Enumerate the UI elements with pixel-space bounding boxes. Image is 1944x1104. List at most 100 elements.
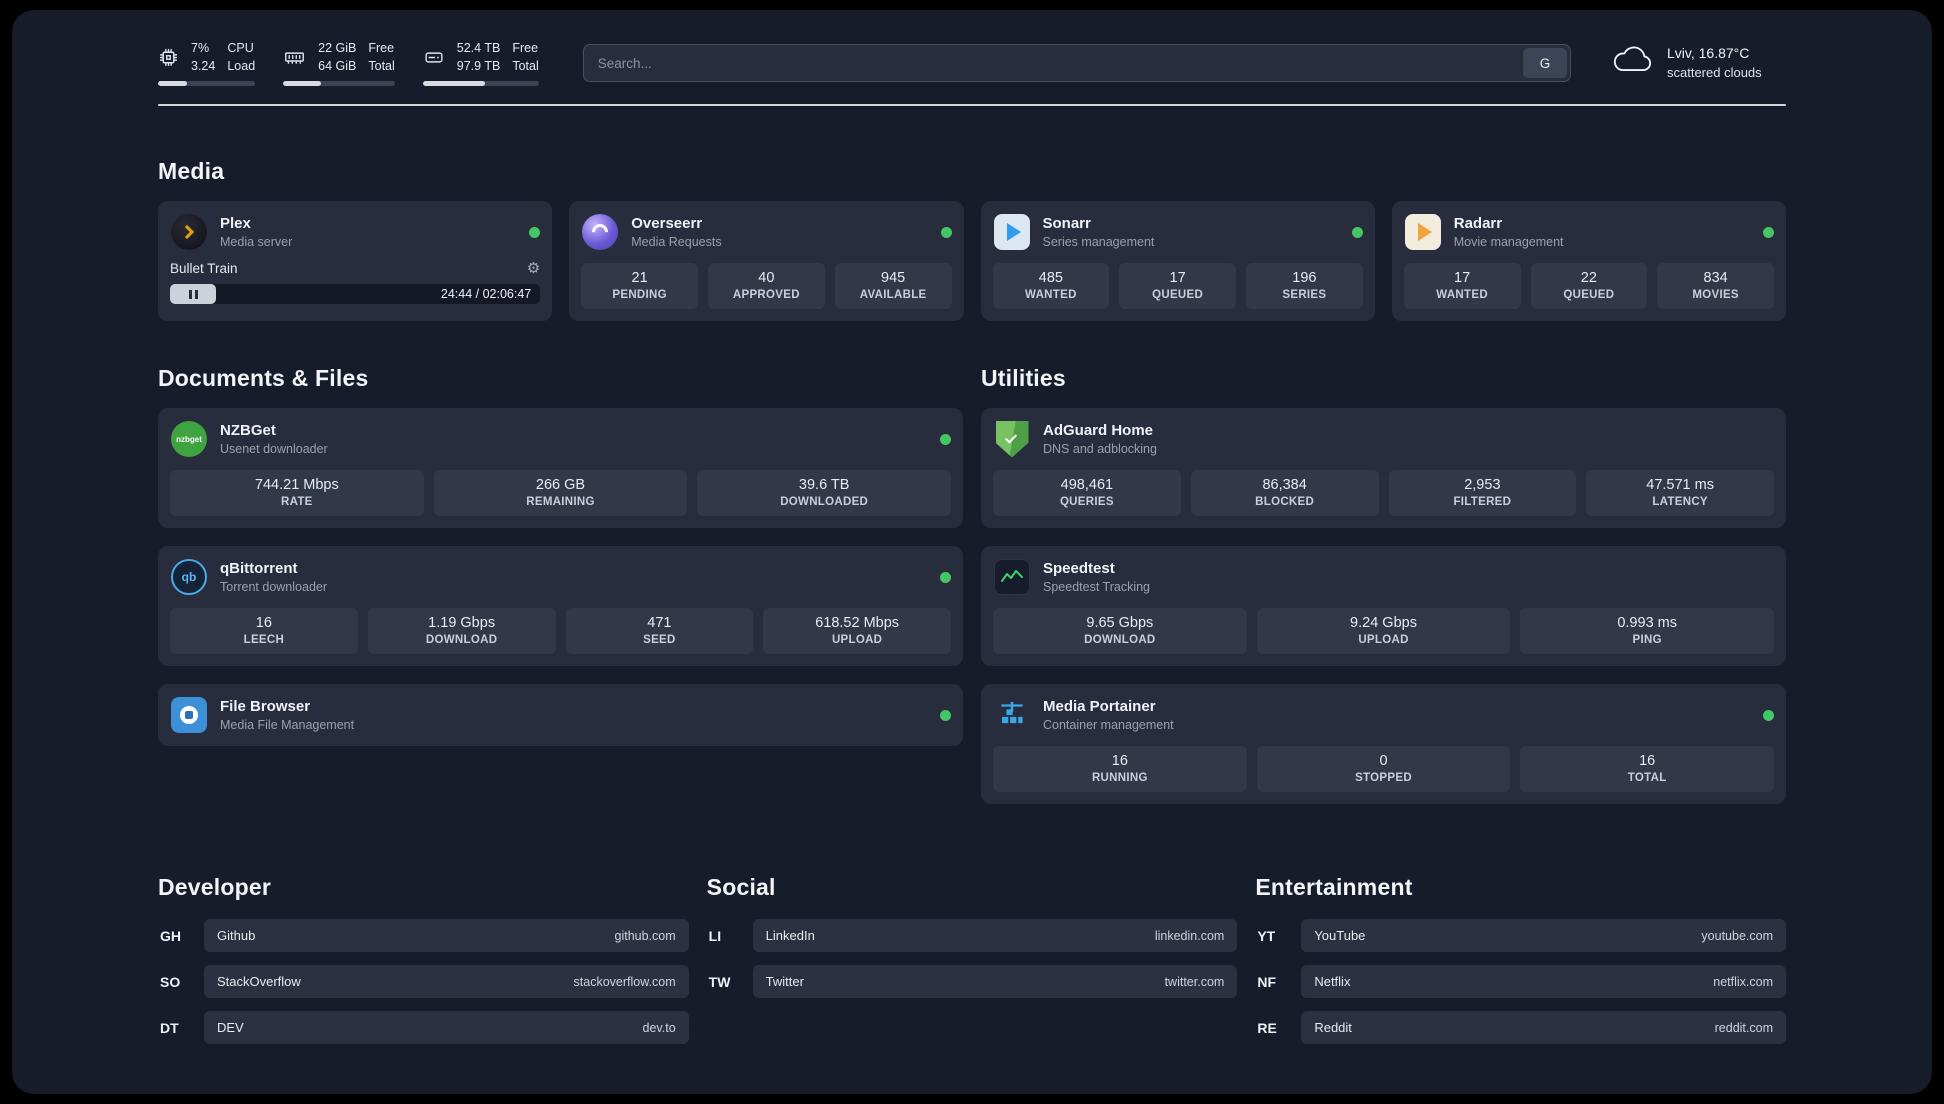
bookmark-row: TW Twitter twitter.com xyxy=(707,965,1238,998)
disk-widget: 52.4 TB 97.9 TB Free Total xyxy=(422,40,539,86)
overseerr-status-dot xyxy=(940,226,952,238)
adguard-stat-blocked: 86,384 BLOCKED xyxy=(1190,470,1379,516)
bookmark-abbr: SO xyxy=(160,973,181,990)
bookmark-name: Twitter xyxy=(765,974,804,989)
radarr-stat-wanted: 17 WANTED xyxy=(1403,263,1521,309)
qbittorrent-subtitle: Torrent downloader xyxy=(220,579,328,594)
sonarr-name: Sonarr xyxy=(1042,215,1091,233)
disk-icon xyxy=(423,47,445,68)
settings-gear-icon[interactable]: ⚙ xyxy=(527,261,540,276)
memory-free: 22 GiB xyxy=(318,41,357,55)
plex-icon xyxy=(170,213,208,251)
playback-time: 24:44 / 02:06:47 xyxy=(440,287,532,301)
adguard-stat-filtered: 2,953 FILTERED xyxy=(1388,470,1577,516)
stat-label: WANTED xyxy=(1436,289,1488,301)
weather-widget: Lviv, 16.87°C scattered clouds xyxy=(1611,43,1786,82)
bookmark-row: YT YouTube youtube.com xyxy=(1255,919,1786,952)
stat-value: 39.6 TB xyxy=(798,477,850,493)
overseerr-icon xyxy=(581,213,619,251)
stat-label: STOPPED xyxy=(1355,772,1412,784)
sonarr-stat-wanted: 485 WANTED xyxy=(992,263,1110,309)
stat-label: QUEUED xyxy=(1152,289,1204,301)
overseerr-subtitle: Media Requests xyxy=(631,234,722,249)
stat-value: 47.571 ms xyxy=(1646,477,1714,493)
speedtest-subtitle: Speedtest Tracking xyxy=(1043,579,1151,594)
sonarr-icon xyxy=(993,213,1031,251)
adguard-name: AdGuard Home xyxy=(1043,422,1154,440)
card-filebrowser: File Browser Media File Management xyxy=(158,684,963,746)
card-adguard: AdGuard Home DNS and adblocking 498,461 … xyxy=(981,408,1786,528)
stat-label: DOWNLOAD xyxy=(425,634,498,646)
memory-total: 64 GiB xyxy=(318,58,357,73)
overseerr-stat-available: 945 AVAILABLE xyxy=(834,263,952,309)
pause-button[interactable] xyxy=(170,284,216,304)
overseerr-link[interactable]: Overseerr Media Requests xyxy=(581,213,952,251)
social-section-title: Social xyxy=(706,874,776,900)
bookmark-github[interactable]: Github github.com xyxy=(204,919,689,952)
card-overseerr: Overseerr Media Requests 21 PENDING 40 A… xyxy=(569,201,964,321)
card-sonarr: Sonarr Series management 485 WANTED 17 Q… xyxy=(980,201,1375,321)
adguard-link[interactable]: AdGuard Home DNS and adblocking xyxy=(993,420,1774,458)
bookmark-netflix[interactable]: Netflix netflix.com xyxy=(1301,965,1786,998)
stat-value: 9.65 Gbps xyxy=(1086,615,1154,631)
bookmark-reddit[interactable]: Reddit reddit.com xyxy=(1301,1011,1786,1044)
bookmark-row: DT DEV dev.to xyxy=(158,1011,689,1044)
portainer-link[interactable]: Media Portainer Container management xyxy=(993,696,1774,734)
bookmark-linkedin[interactable]: LinkedIn linkedin.com xyxy=(752,919,1238,952)
developer-section: Developer GH Github github.com SO StackO… xyxy=(158,874,689,1044)
portainer-crane-icon xyxy=(993,696,1031,734)
search-bar[interactable]: G xyxy=(582,44,1571,82)
nzbget-link[interactable]: nzbget NZBGet Usenet downloader xyxy=(170,420,951,458)
filebrowser-link[interactable]: File Browser Media File Management xyxy=(170,696,951,734)
bookmark-youtube[interactable]: YouTube youtube.com xyxy=(1301,919,1786,952)
bookmark-url: linkedin.com xyxy=(1154,928,1225,943)
card-radarr: Radarr Movie management 17 WANTED 22 QUE… xyxy=(1391,201,1786,321)
entertainment-section: Entertainment YT YouTube youtube.com NF … xyxy=(1255,874,1786,1044)
cpu-label-bottom: Load xyxy=(227,58,256,73)
qbittorrent-stat-upload: 618.52 Mbps UPLOAD xyxy=(763,608,951,654)
sonarr-link[interactable]: Sonarr Series management xyxy=(993,213,1363,251)
nzbget-stat-downloaded: 39.6 TB DOWNLOADED xyxy=(697,470,952,516)
nzbget-icon: nzbget xyxy=(170,420,208,458)
sonarr-status-dot xyxy=(1351,226,1363,238)
dashboard-panel: 7% 3.24 CPU Load 22 GiB 64 GiB Free Tota… xyxy=(12,10,1932,1094)
bookmark-abbr: TW xyxy=(708,973,731,990)
qbittorrent-link[interactable]: qb qBittorrent Torrent downloader xyxy=(170,558,951,596)
stat-value: 16 xyxy=(1111,753,1128,769)
overseerr-stat-pending: 21 PENDING xyxy=(581,263,698,309)
stat-label: QUERIES xyxy=(1059,496,1114,508)
qbittorrent-stat-leech: 16 LEECH xyxy=(170,608,358,654)
plex-link[interactable]: Plex Media server xyxy=(170,213,541,251)
bookmark-twitter[interactable]: Twitter twitter.com xyxy=(752,965,1238,998)
nzbget-status-dot xyxy=(940,433,951,445)
utilities-section-title: Utilities xyxy=(981,365,1066,391)
header-divider xyxy=(158,104,1786,106)
stat-label: WANTED xyxy=(1025,289,1077,301)
cpu-icon xyxy=(158,47,179,68)
now-playing-title: Bullet Train xyxy=(170,261,238,276)
bookmark-stackoverflow[interactable]: StackOverflow stackoverflow.com xyxy=(204,965,689,998)
search-engine-button[interactable]: G xyxy=(1523,48,1567,78)
adguard-stat-latency: 47.571 ms LATENCY xyxy=(1586,470,1774,516)
bookmark-name: Reddit xyxy=(1314,1020,1352,1035)
bookmark-row: NF Netflix netflix.com xyxy=(1255,965,1786,998)
portainer-stat-total: 16 TOTAL xyxy=(1520,746,1775,792)
sonarr-subtitle: Series management xyxy=(1042,234,1155,249)
speedtest-stat-download: 9.65 Gbps DOWNLOAD xyxy=(993,608,1247,654)
stat-value: 471 xyxy=(647,615,672,631)
stat-value: 2,953 xyxy=(1464,477,1501,493)
bookmark-url: netflix.com xyxy=(1713,974,1773,989)
speedtest-name: Speedtest xyxy=(1043,560,1115,578)
stat-label: TOTAL xyxy=(1627,772,1667,784)
stat-value: 21 xyxy=(631,270,648,286)
playback-progress-bar[interactable]: 24:44 / 02:06:47 xyxy=(170,284,541,304)
stat-value: 498,461 xyxy=(1060,477,1114,493)
stat-label: DOWNLOADED xyxy=(780,496,869,508)
top-bar: 7% 3.24 CPU Load 22 GiB 64 GiB Free Tota… xyxy=(158,40,1786,86)
bookmark-dev[interactable]: DEV dev.to xyxy=(204,1011,689,1044)
speedtest-stat-ping: 0.993 ms PING xyxy=(1520,608,1775,654)
speedtest-link[interactable]: Speedtest Speedtest Tracking xyxy=(993,558,1774,596)
search-input[interactable] xyxy=(583,55,1523,71)
stat-value: 744.21 Mbps xyxy=(254,477,339,493)
radarr-link[interactable]: Radarr Movie management xyxy=(1404,213,1774,251)
